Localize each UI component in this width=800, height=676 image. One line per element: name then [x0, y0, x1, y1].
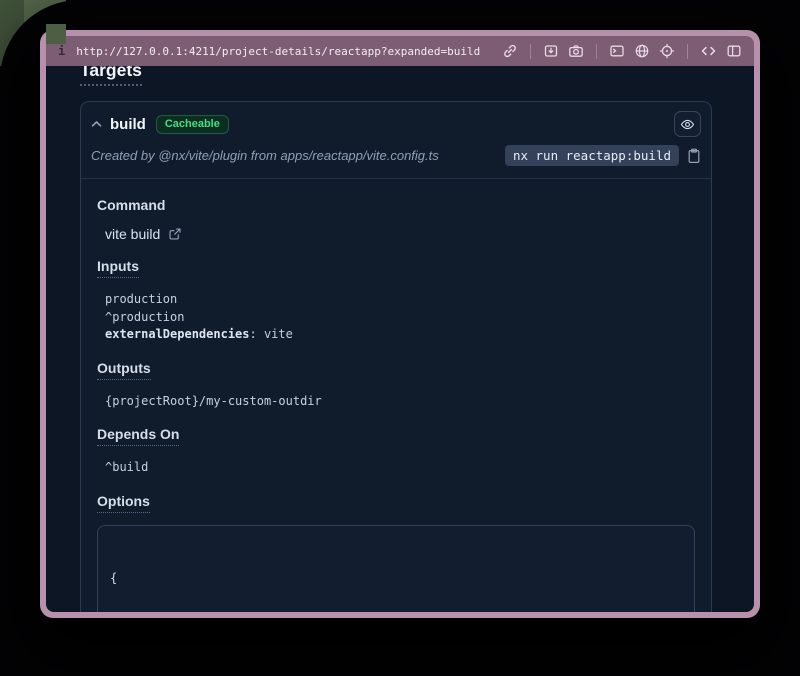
terminal-icon[interactable]	[609, 43, 625, 59]
eye-icon	[680, 117, 695, 132]
external-link-icon[interactable]	[168, 227, 182, 241]
crosshair-icon[interactable]	[659, 43, 675, 59]
inputs-list: production ^production externalDependenc…	[97, 291, 695, 344]
depends-on-list: ^build	[97, 459, 695, 477]
toolbar-separator	[596, 44, 597, 59]
toolbar-separator	[687, 44, 688, 59]
outputs-list: {projectRoot}/my-custom-outdir	[97, 393, 695, 411]
created-by-text: Created by @nx/vite/plugin from apps/rea…	[91, 148, 439, 163]
favicon-i: i	[58, 44, 65, 58]
browser-toolbar: i http://127.0.0.1:4211/project-details/…	[46, 36, 754, 66]
browser-window: i http://127.0.0.1:4211/project-details/…	[40, 30, 760, 618]
page-title: Targets	[80, 66, 712, 86]
input-item: ^production	[105, 309, 695, 327]
url-bar[interactable]: http://127.0.0.1:4211/project-details/re…	[76, 45, 480, 58]
target-header-build[interactable]: build Cacheable	[81, 102, 711, 142]
options-heading: Options	[97, 493, 695, 513]
view-target-button[interactable]	[674, 111, 701, 137]
input-item: production	[105, 291, 695, 309]
target-card-build: build Cacheable Created by @nx/vite/plug…	[80, 101, 712, 612]
depends-on-item: ^build	[105, 459, 695, 477]
command-value-row: vite build	[97, 226, 695, 242]
target-subheader-build: Created by @nx/vite/plugin from apps/rea…	[81, 142, 711, 179]
chevron-up-icon[interactable]	[91, 120, 102, 128]
input-item: externalDependencies: vite	[105, 326, 695, 344]
copy-command-button[interactable]	[687, 148, 701, 164]
run-command-chip[interactable]: nx run reactapp:build	[505, 145, 679, 166]
desktop-shadow: i http://127.0.0.1:4211/project-details/…	[0, 0, 800, 676]
import-box-icon[interactable]	[543, 43, 559, 59]
inputs-heading: Inputs	[97, 258, 695, 278]
outputs-heading: Outputs	[97, 360, 695, 380]
command-heading: Command	[97, 197, 695, 213]
target-name: build	[110, 116, 146, 133]
clipboard-icon	[687, 148, 701, 164]
link-icon[interactable]	[502, 43, 518, 59]
code-icon[interactable]	[700, 43, 717, 59]
split-view-icon[interactable]	[726, 43, 742, 59]
globe-icon[interactable]	[634, 43, 650, 59]
toolbar-separator	[530, 44, 531, 59]
json-line: {	[110, 570, 682, 587]
toolbar-actions	[502, 43, 742, 59]
target-details-build: Command vite build Inputs	[81, 179, 711, 612]
page-viewport[interactable]: Targets build Cacheable	[46, 66, 754, 612]
command-value: vite build	[105, 226, 160, 242]
camera-icon[interactable]	[568, 43, 584, 59]
output-item: {projectRoot}/my-custom-outdir	[105, 393, 695, 411]
cacheable-badge: Cacheable	[156, 115, 229, 134]
depends-on-heading: Depends On	[97, 426, 695, 446]
options-json-block: { "cwd": "apps/reactapp" }	[97, 525, 695, 613]
